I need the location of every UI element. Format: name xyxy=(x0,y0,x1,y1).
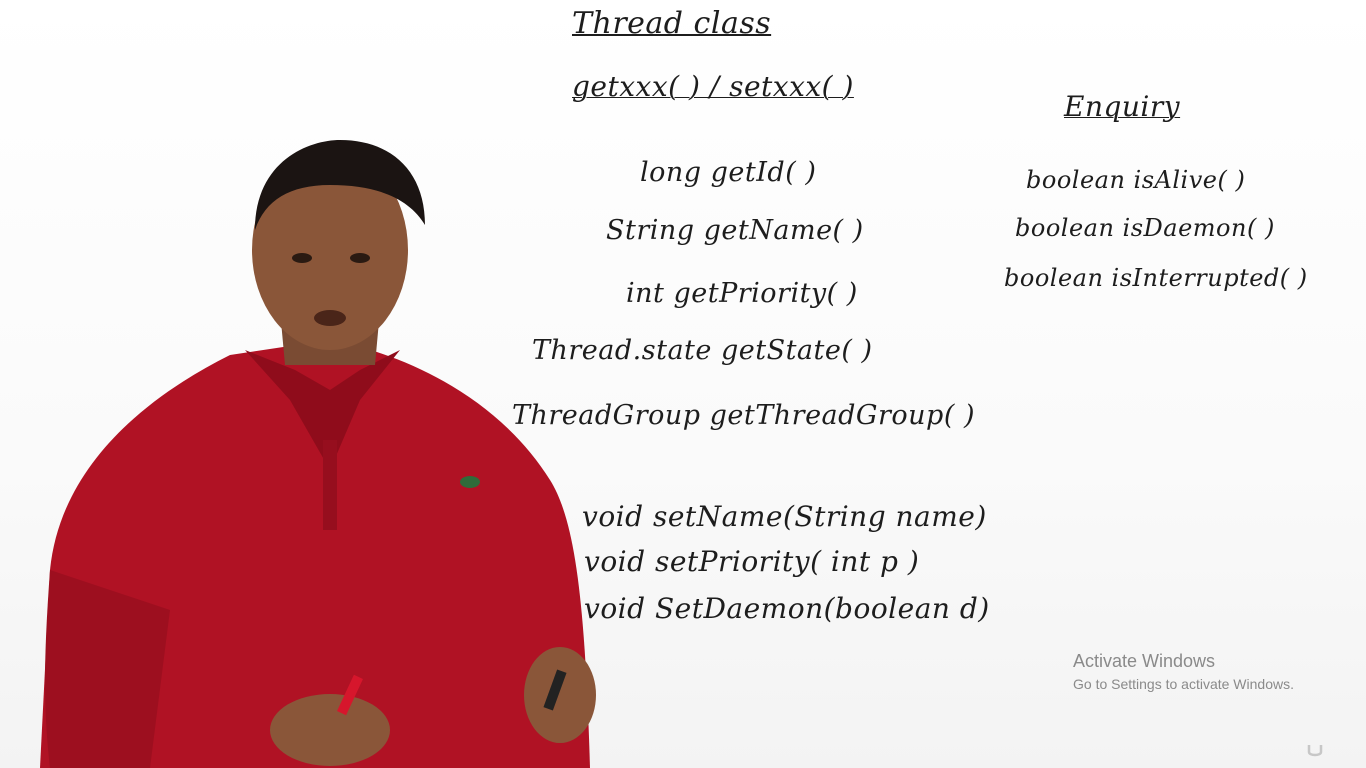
setter-method: void setName(String name) xyxy=(582,500,987,533)
getter-method: String getName( ) xyxy=(606,215,864,246)
setter-method: void setPriority( int p ) xyxy=(584,545,920,578)
board-title: Thread class xyxy=(572,6,772,41)
presenter-figure xyxy=(40,140,596,768)
udemy-logo-icon xyxy=(1307,745,1323,757)
enquiry-method: boolean isDaemon( ) xyxy=(1015,214,1275,242)
enquiry-method: boolean isAlive( ) xyxy=(1026,166,1246,194)
getter-method: long getId( ) xyxy=(640,157,817,188)
activate-windows-title: Activate Windows xyxy=(1073,651,1216,671)
setter-method: void SetDaemon(boolean d) xyxy=(584,592,990,625)
getter-method: int getPriority( ) xyxy=(626,278,858,309)
activate-windows-subtitle: Go to Settings to activate Windows. xyxy=(1073,676,1294,692)
enquiry-heading: Enquiry xyxy=(1064,90,1181,123)
board-subtitle: getxxx( ) / setxxx( ) xyxy=(572,70,854,103)
enquiry-method: boolean isInterrupted( ) xyxy=(1004,264,1308,292)
